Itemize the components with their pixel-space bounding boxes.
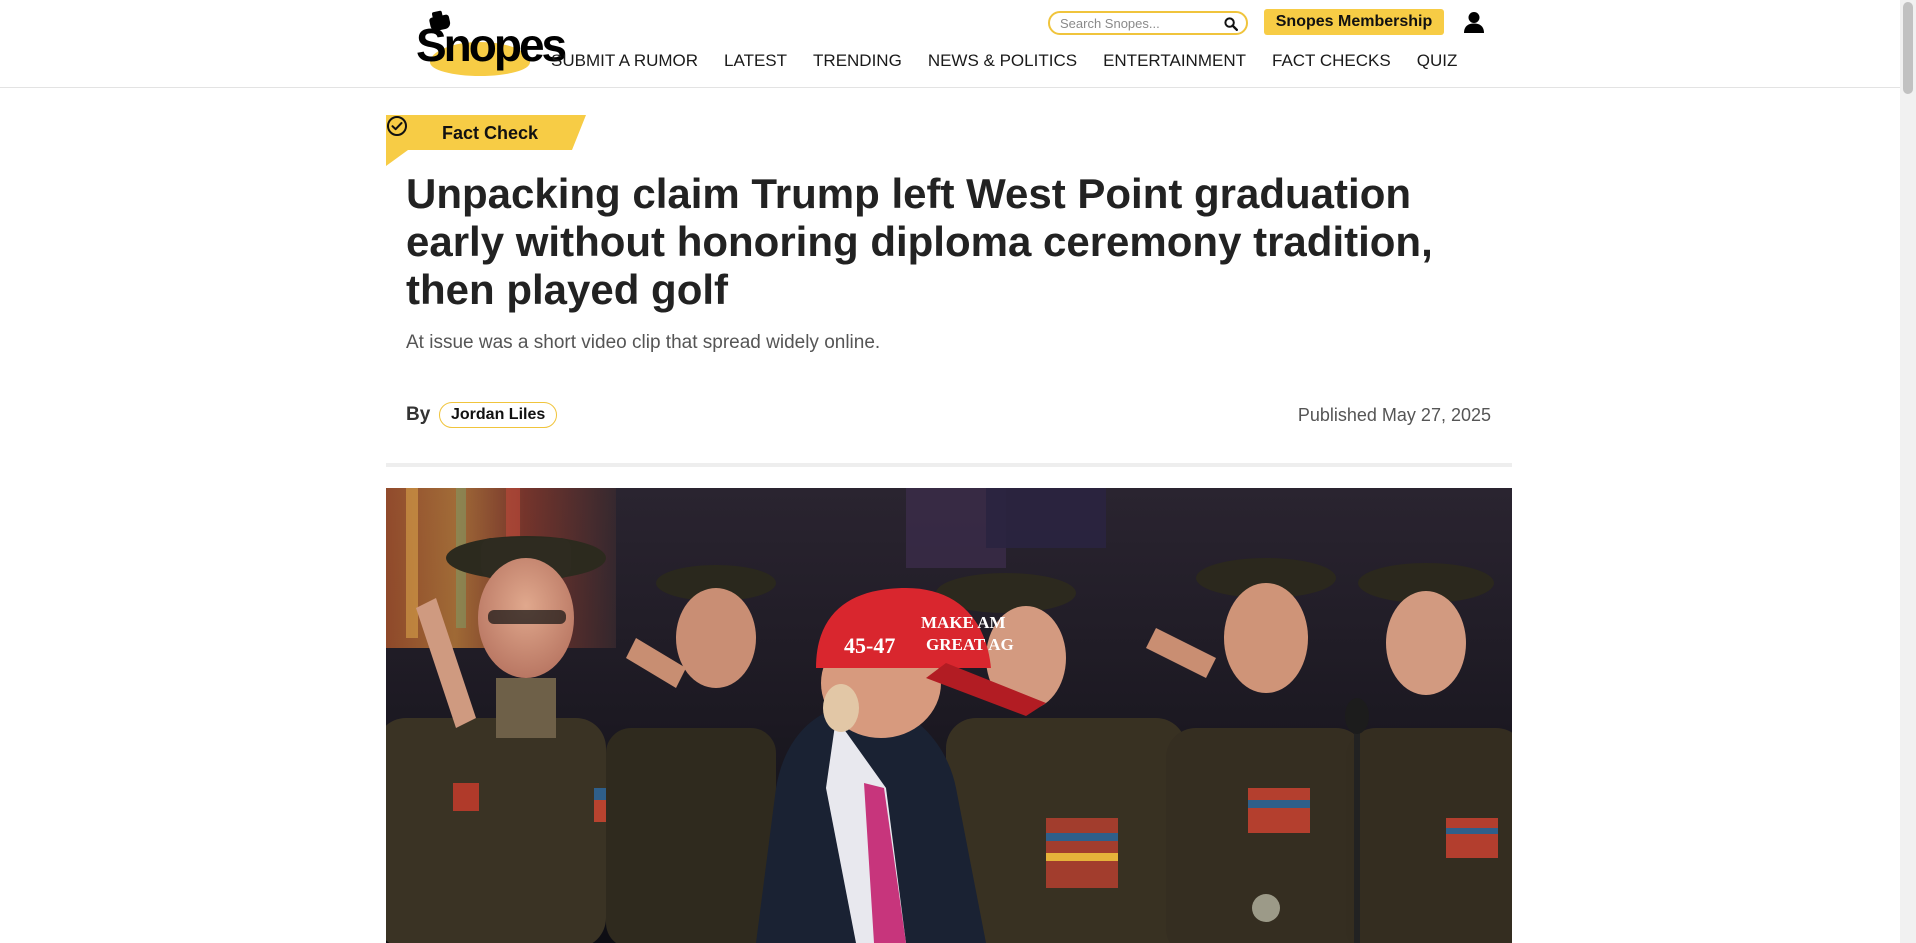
published-label: Published [1297, 405, 1377, 425]
nav-trending[interactable]: TRENDING [813, 50, 902, 72]
account-icon[interactable] [1462, 10, 1486, 34]
cap-text-line1: MAKE AM [921, 613, 1006, 632]
fact-check-badge[interactable]: Fact Check [386, 115, 586, 166]
main-nav: SUBMIT A RUMOR LATEST TRENDING NEWS & PO… [551, 50, 1483, 72]
search-box[interactable] [1048, 11, 1248, 35]
published-info: Published May 27, 2025 [1200, 403, 1491, 427]
published-date: May 27, 2025 [1381, 405, 1491, 425]
nav-entertainment[interactable]: ENTERTAINMENT [1103, 50, 1246, 72]
search-input[interactable] [1060, 15, 1220, 32]
snopes-logo[interactable]: Snopes [416, 12, 567, 76]
logo-text: Snopes [416, 19, 567, 71]
author-link[interactable]: Jordan Liles [439, 402, 558, 428]
byline-label: By [406, 404, 431, 425]
cap-text-line2: GREAT AG [926, 635, 1014, 654]
check-circle-icon [387, 116, 407, 136]
nav-quiz[interactable]: QUIZ [1417, 50, 1458, 72]
header-divider [386, 463, 1512, 467]
nav-submit-a-rumor[interactable]: SUBMIT A RUMOR [551, 50, 698, 72]
page-scrollbar[interactable] [1900, 0, 1916, 943]
hero-photo: 45-47 MAKE AM GREAT AG [386, 488, 1512, 943]
nav-fact-checks[interactable]: FACT CHECKS [1272, 50, 1391, 72]
article-headline: Unpacking claim Trump left West Point gr… [406, 170, 1433, 313]
search-icon[interactable] [1224, 17, 1238, 31]
membership-button[interactable]: Snopes Membership [1264, 9, 1444, 35]
nav-news-politics[interactable]: NEWS & POLITICS [928, 50, 1077, 72]
badge-label: Fact Check [442, 123, 539, 143]
scrollbar-thumb[interactable] [1903, 2, 1913, 94]
nav-latest[interactable]: LATEST [724, 50, 787, 72]
cap-number: 45-47 [844, 633, 895, 658]
site-header: Snopes Snopes Membership SUBMIT A RUMOR … [0, 0, 1900, 88]
article-subhead: At issue was a short video clip that spr… [406, 332, 881, 353]
hero-image: 45-47 MAKE AM GREAT AG [386, 488, 1512, 943]
